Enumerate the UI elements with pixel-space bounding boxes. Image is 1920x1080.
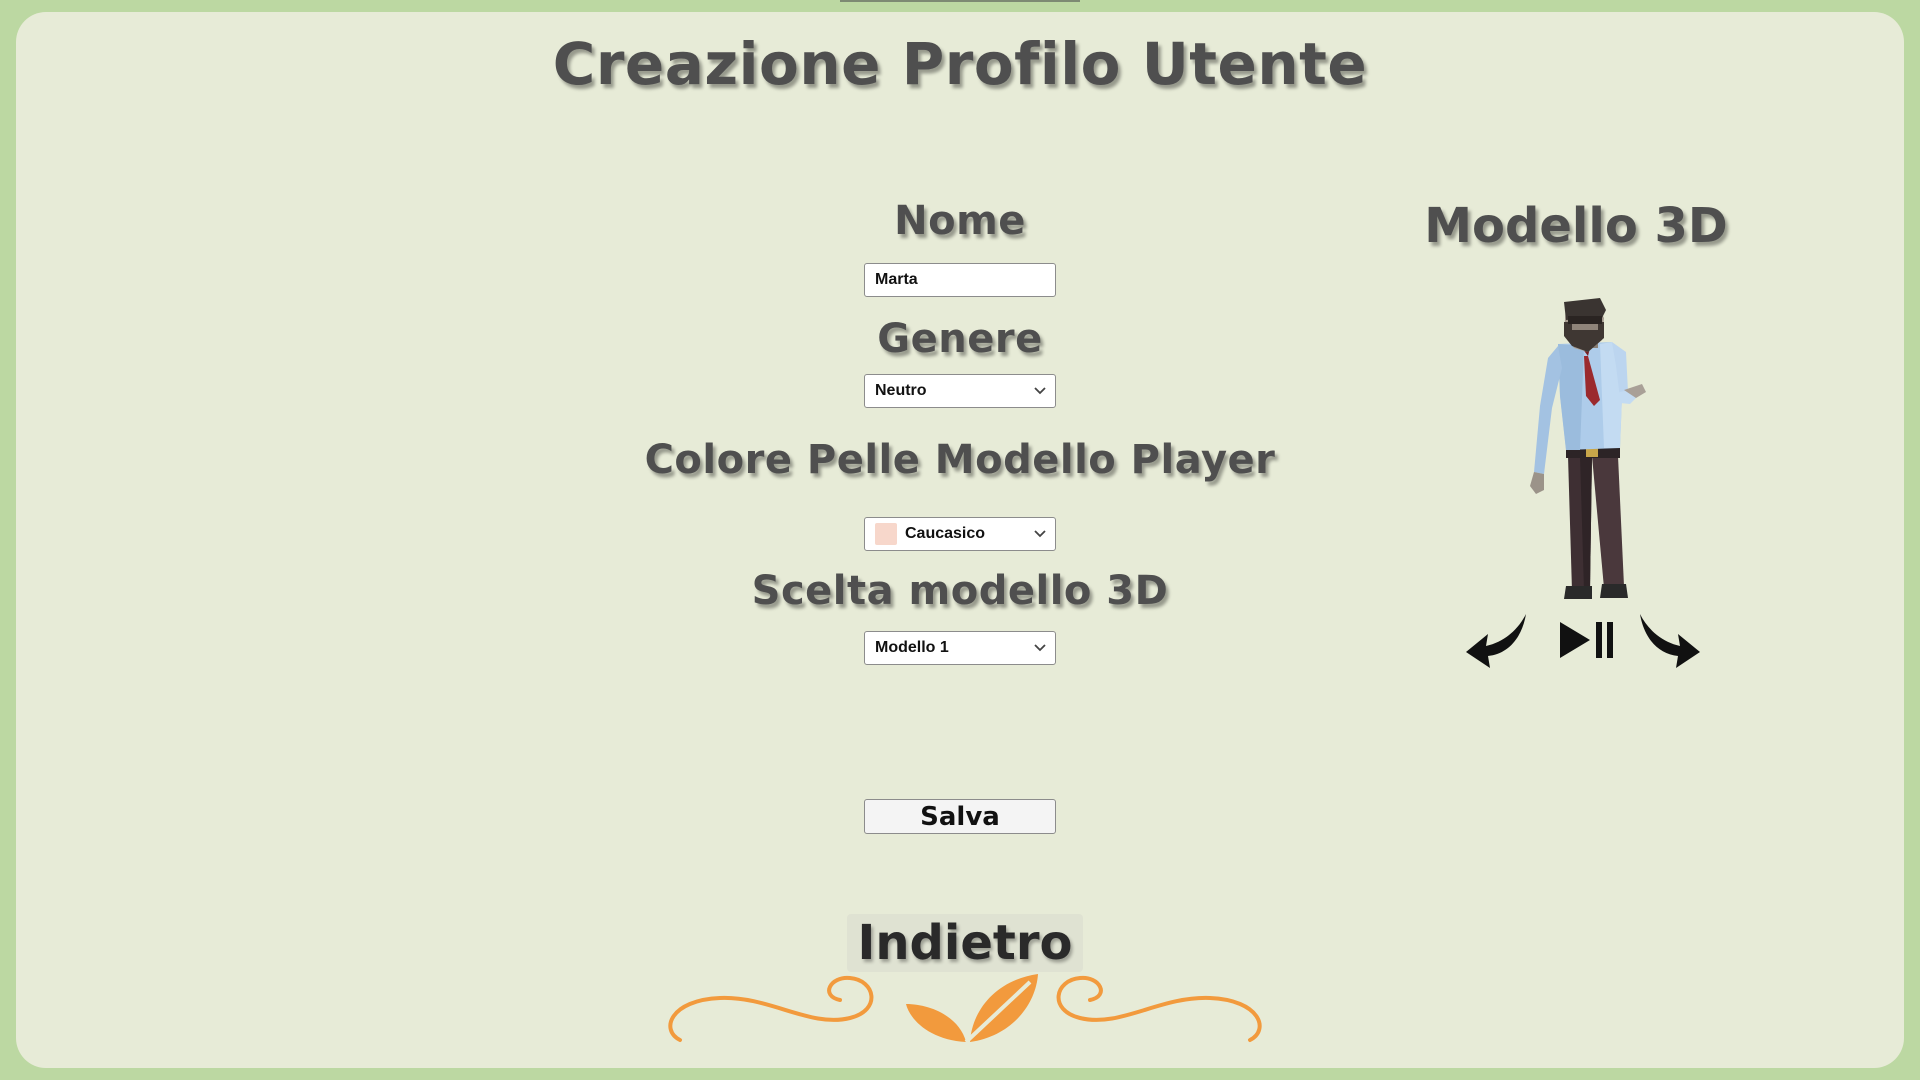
page-title: Creazione Profilo Utente <box>552 30 1368 98</box>
top-notch <box>840 0 1080 2</box>
save-button[interactable]: Salva <box>864 799 1056 834</box>
genere-dropdown[interactable]: Neutro <box>864 374 1056 408</box>
colore-pelle-selected-value: Caucasico <box>905 525 986 542</box>
rotate-left-icon[interactable] <box>1464 608 1532 672</box>
chevron-down-icon <box>1025 518 1055 550</box>
genere-selected-value: Neutro <box>875 382 927 399</box>
rotate-right-icon[interactable] <box>1634 608 1702 672</box>
play-pause-icon[interactable] <box>1556 608 1618 672</box>
chevron-down-icon <box>1025 375 1055 407</box>
decorative-ornament <box>668 974 1262 1044</box>
chevron-down-icon <box>1025 632 1055 664</box>
colore-pelle-dropdown[interactable]: Caucasico <box>864 517 1056 551</box>
model-preview-title: Modello 3D <box>1424 198 1728 254</box>
nome-value: Marta <box>875 271 918 288</box>
modello-dropdown[interactable]: Modello 1 <box>864 631 1056 665</box>
skin-color-swatch <box>875 523 897 545</box>
nome-input[interactable]: Marta <box>864 263 1056 297</box>
character-model-preview <box>1530 298 1646 599</box>
modello-selected-value: Modello 1 <box>875 639 949 656</box>
